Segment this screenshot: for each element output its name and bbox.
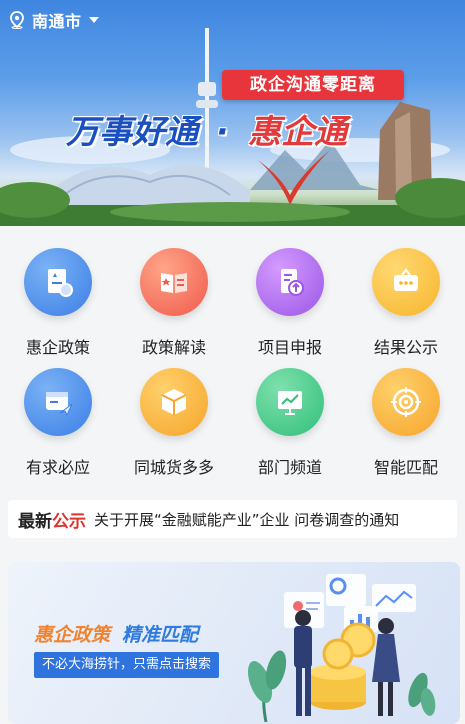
cube-icon bbox=[140, 368, 208, 436]
location-city: 南通市 bbox=[32, 12, 82, 31]
menu-item-interpretation[interactable]: 政策解读 bbox=[116, 240, 232, 358]
menu-item-goods[interactable]: 同城货多多 bbox=[116, 360, 232, 478]
notice-text[interactable]: 关于开展“金融赋能产业”企业 问卷调查的通知 bbox=[94, 509, 399, 530]
chart-board-icon bbox=[256, 368, 324, 436]
menu-label: 项目申报 bbox=[257, 338, 322, 357]
menu-label: 惠企政策 bbox=[25, 338, 90, 357]
open-book-icon bbox=[140, 248, 208, 316]
banner-title-right: 惠企通 bbox=[248, 112, 347, 151]
menu-item-results[interactable]: 结果公示 bbox=[348, 240, 464, 358]
hero-banner[interactable]: 南通市 政企沟通零距离 万事好通 · 惠企通 bbox=[0, 0, 465, 226]
menu-item-smart-match[interactable]: 智能匹配 bbox=[348, 360, 464, 478]
menu-item-departments[interactable]: 部门频道 bbox=[232, 360, 348, 478]
target-icon bbox=[372, 368, 440, 436]
notice-prefix-highlight: 公示 bbox=[52, 511, 86, 532]
promo-title: 惠企政策 精准匹配 bbox=[34, 620, 198, 647]
banner-title-dot: · bbox=[216, 112, 229, 151]
location-pin-icon bbox=[10, 11, 24, 29]
promo-title-a: 惠企政策 bbox=[34, 624, 111, 646]
menu-item-requests[interactable]: 有求必应 bbox=[0, 360, 116, 478]
latest-notice-bar[interactable]: 最新 公示 关于开展“金融赋能产业”企业 问卷调查的通知 bbox=[8, 500, 457, 538]
banner-title: 万事好通 · 惠企通 bbox=[66, 108, 406, 156]
menu-label: 政策解读 bbox=[141, 338, 206, 357]
upload-file-icon bbox=[256, 248, 324, 316]
policy-match-banner[interactable]: 惠企政策 精准匹配 不必大海捞针，只需点击搜索 bbox=[8, 562, 460, 724]
location-selector[interactable]: 南通市 bbox=[8, 8, 100, 32]
promo-search-button[interactable]: 不必大海捞针，只需点击搜索 bbox=[34, 652, 220, 678]
menu-label: 同城货多多 bbox=[133, 458, 214, 477]
service-grid: 惠企政策 政策解读 项目申报 结果公示 有求必应 同城货多多 部门频道 智能匹配 bbox=[0, 240, 465, 490]
promo-title-b: 精准匹配 bbox=[122, 624, 199, 646]
menu-item-project-apply[interactable]: 项目申报 bbox=[232, 240, 348, 358]
message-send-icon bbox=[24, 368, 92, 436]
policy-doc-icon bbox=[24, 248, 92, 316]
board-icon bbox=[372, 248, 440, 316]
banner-title-left: 万事好通 bbox=[66, 112, 198, 151]
menu-item-policy[interactable]: 惠企政策 bbox=[0, 240, 116, 358]
banner-slogan: 政企沟通零距离 bbox=[222, 70, 404, 100]
menu-label: 有求必应 bbox=[25, 458, 90, 477]
menu-label: 智能匹配 bbox=[373, 458, 438, 477]
notice-prefix: 最新 bbox=[18, 511, 52, 532]
chevron-down-icon bbox=[88, 17, 99, 23]
menu-label: 部门频道 bbox=[257, 458, 322, 477]
menu-label: 结果公示 bbox=[373, 338, 438, 357]
